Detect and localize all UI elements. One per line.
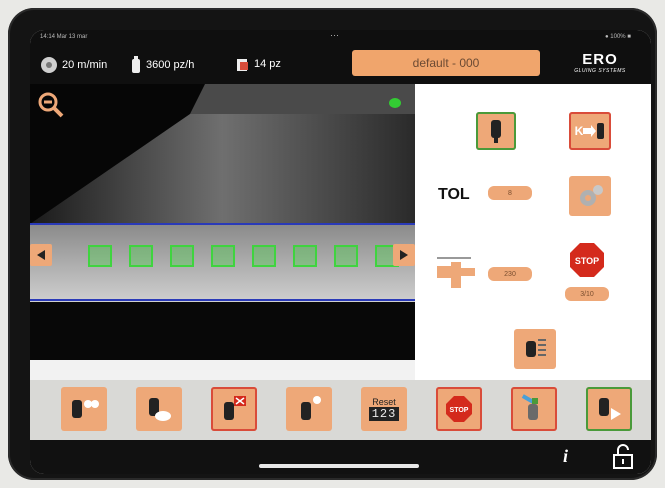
status-battery: ● 100% ■ [605,34,631,40]
tol-value-field[interactable]: 8 [488,186,532,200]
camera-image [30,84,415,380]
offset-icon[interactable] [435,254,477,288]
gun-error-icon [224,396,246,420]
reset-counter-button[interactable]: Reset 123 [361,387,407,431]
offset-value-field[interactable]: 230 [488,267,532,281]
reset-label: Reset [372,397,396,407]
arrow-right-icon [400,250,408,260]
gun-drop-icon [301,396,321,420]
settings-button[interactable] [569,176,611,216]
rate-value: 3600 pz/h [146,59,195,71]
footer-bar: i [30,440,651,474]
lock-icon[interactable] [610,444,636,470]
logo-tagline: GLUING SYSTEMS [574,68,626,74]
stop-counter-field[interactable]: 3/10 [565,287,609,301]
marker [334,245,358,267]
speed-icon [41,57,57,73]
bottom-toolbar: Reset 123 STOP [30,380,651,440]
speed-stat: 20 m/min [40,56,107,74]
gun-clean-icon [526,339,546,357]
arrow-left-icon [37,250,45,260]
gun-spray-icon [149,398,171,421]
logo-brand: ERO [582,51,618,68]
gun-disabled-button[interactable] [211,387,257,431]
svg-text:STOP: STOP [575,256,599,266]
stop-sign-icon[interactable]: STOP [569,242,605,278]
k-label: K [574,124,584,138]
app-screen: 14:14 Mar 13 mar ··· ● 100% ■ 20 m/min 3… [30,30,651,474]
gears-icon [580,185,603,206]
wrench-gun-icon [521,394,538,420]
glue-gun-icon [491,120,501,143]
reset-digits: 123 [368,407,400,421]
scroll-left-button[interactable] [30,244,52,266]
recipe-title-button[interactable]: default - 000 [352,50,540,76]
status-indicator-dot [389,98,401,108]
multitasking-dots: ··· [330,30,339,40]
bottle-icon [132,56,140,73]
top-bar: 14:14 Mar 13 mar ··· ● 100% ■ 20 m/min 3… [30,30,651,84]
gun-drop-button[interactable] [286,387,332,431]
gun-play-icon [599,398,621,420]
marker [88,245,112,267]
stop-icon: STOP [446,396,472,422]
gun-cleaning-button[interactable] [514,329,556,369]
camera-view[interactable] [30,84,415,380]
tol-label: TOL [438,186,470,203]
tablet-frame: 14:14 Mar 13 mar ··· ● 100% ■ 20 m/min 3… [8,8,657,480]
control-panel: K TOL 8 230 STOP 3/10 [415,84,651,380]
marker [211,245,235,267]
speed-value: 20 m/min [62,59,108,71]
marker [293,245,317,267]
pieces-icon [237,59,248,71]
detection-markers [88,245,408,267]
rate-stat: 3600 pz/h [130,56,194,74]
info-button[interactable]: i [563,446,568,467]
stop-icon-label: STOP [450,407,469,414]
k-gun-icon [583,123,605,139]
gun-with-valves-button[interactable] [61,387,107,431]
gun-play-button[interactable] [586,387,632,431]
home-indicator[interactable] [259,464,419,468]
zoom-out-icon[interactable] [38,92,64,118]
pieces-value: 14 pz [254,58,281,70]
gun-valves-icon [72,400,99,418]
pieces-stat: 14 pz [236,56,281,72]
ero-logo: ERO GLUING SYSTEMS [564,52,636,76]
marker [129,245,153,267]
k-gun-button[interactable]: K [569,112,611,150]
scroll-right-button[interactable] [393,244,415,266]
status-time: 14:14 Mar 13 mar [40,34,88,40]
maintenance-button[interactable] [511,387,557,431]
stop-button[interactable]: STOP [436,387,482,431]
gun-spray-button[interactable] [136,387,182,431]
marker [252,245,276,267]
marker [170,245,194,267]
glue-gun-button[interactable] [476,112,516,150]
